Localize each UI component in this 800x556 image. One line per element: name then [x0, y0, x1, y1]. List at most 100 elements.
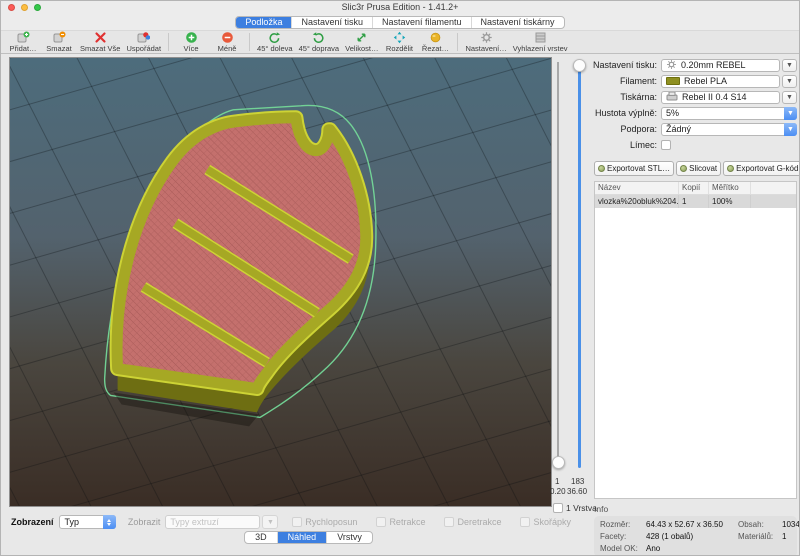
- unretractions-checkbox[interactable]: [444, 517, 454, 527]
- size-value: 64.43 x 52.67 x 36.50: [646, 520, 738, 529]
- export-gcode-button[interactable]: Exportovat G-kód…: [723, 161, 800, 176]
- scale-icon: [355, 31, 368, 44]
- extrusion-types-dropdown-button[interactable]: ▼: [262, 515, 278, 529]
- delete-icon: [53, 31, 66, 44]
- cut-button[interactable]: Řezat…: [420, 31, 450, 53]
- printer-select[interactable]: Rebel II 0.4 S14: [661, 91, 780, 104]
- layer-min-height: 0.20: [550, 487, 566, 496]
- more-copies-button[interactable]: Více: [176, 31, 206, 53]
- infill-density-label: Hustota výplně:: [590, 108, 661, 118]
- materials-value: 1: [782, 532, 800, 541]
- export-stl-button[interactable]: Exportovat STL…: [594, 161, 674, 176]
- close-window-icon[interactable]: [8, 4, 15, 11]
- minimize-window-icon[interactable]: [21, 4, 28, 11]
- zoom-window-icon[interactable]: [34, 4, 41, 11]
- layer-max-value: 183: [571, 477, 584, 486]
- main-area: 1 183 0.20 36.60 1 Vrstva Nastavení tisk…: [1, 54, 799, 555]
- unretractions-checkbox-row[interactable]: Deretrakce: [444, 517, 501, 527]
- filament-dropdown-button[interactable]: ▼: [782, 75, 797, 88]
- print-settings-select[interactable]: 0.20mm REBEL: [661, 59, 780, 72]
- split-button[interactable]: Rozdělit: [384, 31, 414, 53]
- chevron-down-icon: ▼: [784, 123, 797, 136]
- view-tab-preview[interactable]: Náhled: [277, 532, 327, 543]
- fewer-copies-icon: [221, 31, 234, 44]
- gear-icon: [666, 59, 677, 72]
- model-object[interactable]: [117, 118, 366, 389]
- layer-slider-max[interactable]: [578, 62, 581, 468]
- add-icon: [17, 31, 30, 44]
- support-select[interactable]: Žádný ▼: [661, 123, 797, 136]
- arrange-button[interactable]: Uspořádat: [126, 31, 161, 53]
- retractions-checkbox[interactable]: [376, 517, 386, 527]
- filament-swatch: [666, 77, 680, 85]
- object-list-table[interactable]: Název Kopií Měřítko vlozka%20obluk%204.s…: [594, 181, 797, 499]
- settings-button[interactable]: Nastavení…: [465, 31, 506, 53]
- delete-all-button[interactable]: Smazat Vše: [80, 31, 120, 53]
- layer-smoothing-icon: [534, 31, 547, 44]
- travel-checkbox[interactable]: [292, 517, 302, 527]
- layer-slider-column: 1 183 0.20 36.60 1 Vrstva: [552, 57, 590, 517]
- layer-slider-min-handle[interactable]: [552, 456, 565, 469]
- delete-button[interactable]: Smazat: [44, 31, 74, 53]
- app-window: Slic3r Prusa Edition - 1.41.2+ Podložka …: [0, 0, 800, 556]
- slice-button[interactable]: Slicovat: [676, 161, 721, 176]
- chevron-down-icon: ▼: [784, 107, 797, 120]
- view-tab-layers[interactable]: Vrstvy: [326, 532, 372, 543]
- facets-value: 428 (1 obalů): [646, 532, 738, 541]
- slice-icon: [680, 165, 687, 172]
- tab-podlozka[interactable]: Podložka: [236, 17, 291, 28]
- main-tab-bar: Podložka Nastavení tisku Nastavení filam…: [1, 14, 799, 30]
- filament-select[interactable]: Rebel PLA: [661, 75, 780, 88]
- layer-slider-min[interactable]: [557, 62, 559, 468]
- extrusion-types-input[interactable]: [165, 515, 260, 529]
- travel-checkbox-row[interactable]: Rychloposun: [292, 517, 357, 527]
- layer-max-height: 36.60: [567, 487, 587, 496]
- scale-button[interactable]: Velikost…: [345, 31, 378, 53]
- rotate-left-button[interactable]: 45° doleva: [257, 31, 293, 53]
- shells-checkbox[interactable]: [520, 517, 530, 527]
- tab-nastaveni-tiskarny[interactable]: Nastavení tiskárny: [471, 17, 564, 28]
- preview-3d-viewport[interactable]: [9, 57, 552, 507]
- layer-slider-max-handle[interactable]: [573, 59, 586, 72]
- printer-label: Tiskárna:: [590, 92, 661, 102]
- table-header: Název Kopií Měřítko: [595, 182, 796, 195]
- show-label: Zobrazit: [128, 517, 161, 527]
- filament-label: Filament:: [590, 76, 661, 86]
- settings-icon: [480, 31, 493, 44]
- arrange-icon: [137, 31, 150, 44]
- printer-icon: [666, 91, 678, 103]
- layer-smoothing-button[interactable]: Vyhlazení vrstev: [513, 31, 568, 53]
- rotate-right-button[interactable]: 45° doprava: [299, 31, 340, 53]
- brim-checkbox[interactable]: [661, 140, 671, 150]
- split-icon: [393, 31, 406, 44]
- retractions-checkbox-row[interactable]: Retrakce: [376, 517, 425, 527]
- window-title: Slic3r Prusa Edition - 1.41.2+: [1, 1, 799, 14]
- view-tab-3d[interactable]: 3D: [245, 532, 277, 543]
- view-mode-tabs: 3D Náhled Vrstvy: [1, 531, 590, 544]
- display-options-bar: Zobrazení Typ Zobrazit ▼ Rychloposun Ret…: [1, 514, 590, 530]
- support-label: Podpora:: [590, 124, 661, 134]
- add-button[interactable]: Přidat…: [8, 31, 38, 53]
- settings-panel: Nastavení tisku: 0.20mm REBEL ▼ Filament…: [590, 54, 800, 556]
- printer-dropdown-button[interactable]: ▼: [782, 91, 797, 104]
- fewer-copies-button[interactable]: Méně: [212, 31, 242, 53]
- shells-checkbox-row[interactable]: Skořápky: [520, 517, 571, 527]
- stepper-icon: [103, 515, 116, 529]
- more-copies-icon: [185, 31, 198, 44]
- print-settings-dropdown-button[interactable]: ▼: [782, 59, 797, 72]
- infill-density-select[interactable]: 5% ▼: [661, 107, 797, 120]
- tab-nastaveni-tisku[interactable]: Nastavení tisku: [291, 17, 372, 28]
- tab-nastaveni-filamentu[interactable]: Nastavení filamentu: [372, 17, 471, 28]
- delete-all-icon: [94, 31, 107, 44]
- toolbar-separator: [168, 33, 169, 51]
- model-ok-value: Ano: [646, 544, 738, 553]
- table-row[interactable]: vlozka%20obluk%204.stl 1 100%: [595, 195, 796, 208]
- toolbar-separator: [249, 33, 250, 51]
- volume-value: 10345.69: [782, 520, 800, 529]
- rotate-right-icon: [312, 31, 325, 44]
- display-mode-select[interactable]: Typ: [59, 515, 116, 529]
- single-layer-checkbox[interactable]: [553, 503, 563, 513]
- layer-min-value: 1: [555, 477, 559, 486]
- export-gcode-icon: [727, 165, 734, 172]
- display-mode-label: Zobrazení: [11, 517, 54, 527]
